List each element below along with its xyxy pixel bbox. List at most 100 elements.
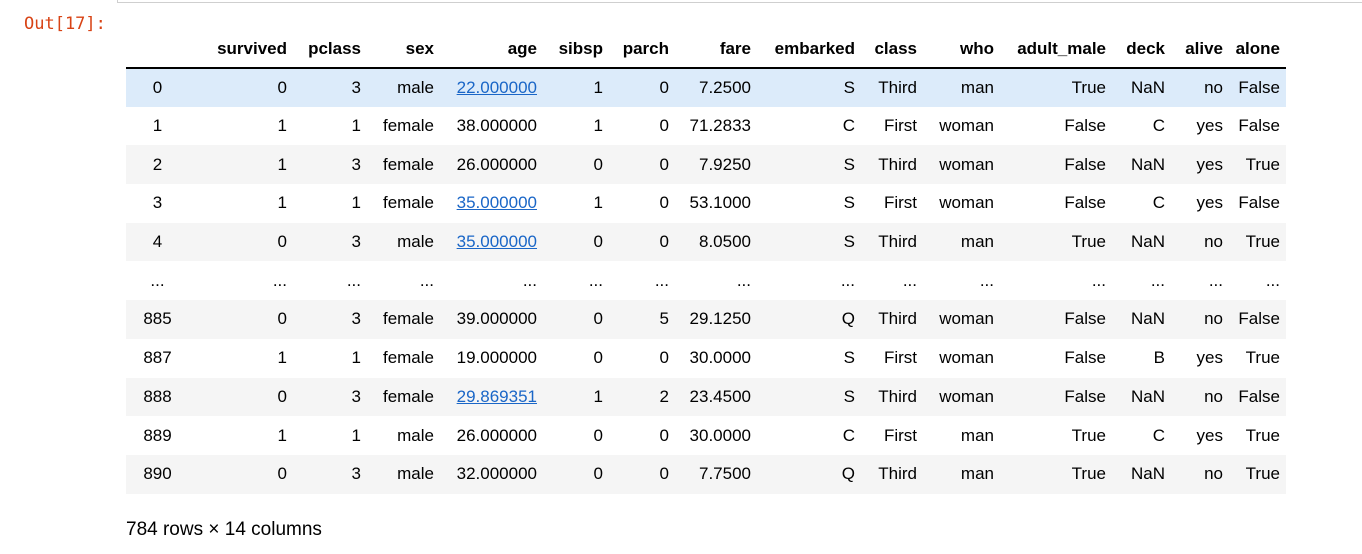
cell-alone: False bbox=[1238, 309, 1280, 329]
cell-pclass: ... bbox=[346, 270, 361, 290]
cell-parch: 0 bbox=[659, 77, 669, 97]
cell-deck: B bbox=[1153, 348, 1165, 368]
dataframe-table: survived pclass sex age sibsp parch fare embark… bbox=[126, 30, 1286, 494]
table-row: 885 0 3 female 39.000000 0 5 29.1250 Q Third woman… bbox=[126, 300, 1286, 339]
cell-alive: yes bbox=[1196, 193, 1223, 213]
cell-age: 35.000000 bbox=[440, 184, 543, 223]
table-row: ........................................… bbox=[126, 261, 1286, 301]
age-value-link[interactable]: 35.000000 bbox=[457, 232, 537, 251]
table-row: 1 1 1 female 38.000000 1 0 71.2833 C First woman Fa… bbox=[126, 106, 1286, 146]
cell-sex: ... bbox=[419, 270, 434, 290]
cell-pclass: 3 bbox=[351, 386, 361, 406]
dataframe-shape-label: 784 rows × 14 columns bbox=[126, 519, 322, 540]
column-header-pclass: pclass bbox=[293, 30, 367, 69]
column-header-survived: survived bbox=[189, 30, 293, 69]
cell-survived: 1 bbox=[277, 348, 287, 368]
column-header-who: who bbox=[923, 30, 1000, 69]
cell-deck: NaN bbox=[1130, 154, 1165, 174]
cell-fare: 30.0000 bbox=[689, 348, 751, 368]
cell-sibsp: 0 bbox=[593, 154, 603, 174]
cell-alone: True bbox=[1245, 154, 1280, 174]
column-header-class: class bbox=[861, 30, 923, 69]
cell-fare: 30.0000 bbox=[689, 425, 751, 445]
cell-alive: no bbox=[1204, 232, 1223, 252]
cell-adult_male: False bbox=[1064, 116, 1106, 136]
cell-survived: 0 bbox=[277, 232, 287, 252]
column-header-deck: deck bbox=[1112, 30, 1171, 69]
cell-parch: ... bbox=[654, 270, 669, 290]
cell-alive: yes bbox=[1196, 154, 1223, 174]
cell-embarked: Q bbox=[841, 464, 855, 484]
cell-parch: 0 bbox=[659, 348, 669, 368]
cell-parch: 5 bbox=[659, 309, 669, 329]
cell-adult_male: False bbox=[1064, 386, 1106, 406]
cell-pclass: 1 bbox=[351, 425, 361, 445]
cell-who: woman bbox=[939, 386, 994, 406]
column-header-alone: alone bbox=[1229, 30, 1286, 69]
cell-alive: yes bbox=[1196, 425, 1223, 445]
column-header-embarked: embarked bbox=[757, 30, 861, 69]
cell-class: Third bbox=[878, 232, 917, 252]
cell-sex: female bbox=[382, 154, 434, 174]
cell-who: man bbox=[960, 77, 994, 97]
row-index-cell: 4 bbox=[152, 232, 163, 252]
cell-pclass: 3 bbox=[351, 464, 361, 484]
index-header bbox=[126, 30, 189, 69]
cell-alone: True bbox=[1245, 232, 1280, 252]
cell-class: ... bbox=[902, 270, 917, 290]
cell-class: First bbox=[883, 193, 917, 213]
cell-deck: NaN bbox=[1130, 464, 1165, 484]
cell-embarked: S bbox=[843, 193, 855, 213]
cell-parch: 0 bbox=[659, 154, 669, 174]
cell-sibsp: ... bbox=[588, 270, 603, 290]
cell-survived: 1 bbox=[277, 154, 287, 174]
cell-deck: C bbox=[1152, 116, 1165, 136]
output-prompt: Out[17]: bbox=[24, 14, 106, 34]
cell-pclass: 3 bbox=[351, 309, 361, 329]
table-row: 888 0 3 female 29.869351 1 2 23.4500 S Third woman… bbox=[126, 377, 1286, 417]
row-index-cell: 888 bbox=[143, 386, 172, 406]
cell-sex: male bbox=[397, 77, 434, 97]
cell-survived: 1 bbox=[277, 425, 287, 445]
cell-alone: False bbox=[1238, 77, 1280, 97]
cell-age: 38.000000 bbox=[456, 116, 537, 136]
cell-fare: 7.2500 bbox=[699, 77, 751, 97]
cell-sex: male bbox=[397, 232, 434, 252]
cell-survived: 0 bbox=[277, 309, 287, 329]
cell-alone: False bbox=[1238, 386, 1280, 406]
cell-sibsp: 0 bbox=[593, 425, 603, 445]
cell-sex: male bbox=[397, 464, 434, 484]
column-header-sex: sex bbox=[367, 30, 440, 69]
previous-cell-border bbox=[117, 0, 1362, 3]
cell-pclass: 3 bbox=[351, 154, 361, 174]
table-row: 2 1 3 female 26.000000 0 0 7.9250 S Third woman Fal… bbox=[126, 145, 1286, 185]
cell-parch: 0 bbox=[659, 232, 669, 252]
cell-adult_male: True bbox=[1071, 464, 1106, 484]
cell-class: First bbox=[883, 425, 917, 445]
cell-class: Third bbox=[878, 464, 917, 484]
cell-embarked: S bbox=[843, 154, 855, 174]
row-index-cell: 2 bbox=[152, 154, 163, 174]
cell-fare: ... bbox=[736, 270, 751, 290]
age-value-link[interactable]: 22.000000 bbox=[457, 78, 537, 97]
cell-age: 39.000000 bbox=[456, 309, 537, 329]
row-index-cell: 885 bbox=[143, 309, 172, 329]
cell-survived: ... bbox=[272, 270, 287, 290]
age-value-link[interactable]: 35.000000 bbox=[457, 193, 537, 212]
cell-alone: True bbox=[1245, 348, 1280, 368]
row-index-cell: 887 bbox=[143, 348, 172, 368]
cell-parch: 0 bbox=[659, 425, 669, 445]
age-value-link[interactable]: 29.869351 bbox=[457, 387, 537, 406]
cell-who: woman bbox=[939, 193, 994, 213]
cell-embarked: S bbox=[843, 232, 855, 252]
cell-adult_male: False bbox=[1064, 154, 1106, 174]
cell-sibsp: 1 bbox=[593, 77, 603, 97]
cell-class: Third bbox=[878, 154, 917, 174]
column-header-sibsp: sibsp bbox=[543, 30, 609, 69]
cell-alone: True bbox=[1245, 464, 1280, 484]
cell-deck: NaN bbox=[1130, 386, 1165, 406]
cell-alone: ... bbox=[1265, 270, 1280, 290]
cell-who: man bbox=[960, 232, 994, 252]
cell-embarked: C bbox=[842, 425, 855, 445]
cell-pclass: 1 bbox=[351, 348, 361, 368]
